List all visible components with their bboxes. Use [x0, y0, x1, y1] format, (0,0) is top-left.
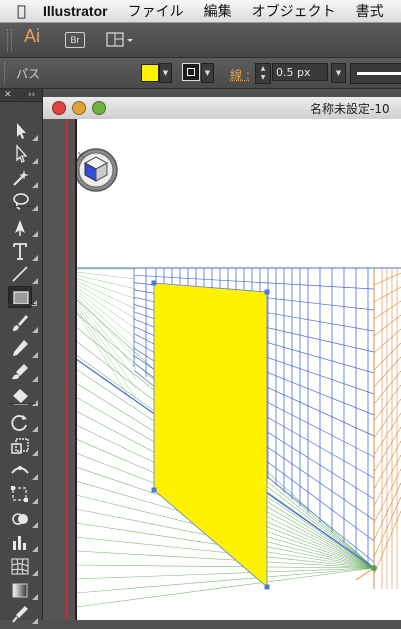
free-transform-icon	[8, 483, 32, 505]
control-bar: パス ▼ ▼ 線 : ▲ ▼ 0.5 px ▼	[0, 58, 401, 89]
pen-icon	[8, 216, 32, 238]
close-panel-icon[interactable]: ✕	[4, 89, 12, 101]
lasso-icon	[8, 190, 32, 212]
stroke-dropdown-icon[interactable]: ▼	[201, 63, 214, 83]
variable-width-profile-dropdown[interactable]	[350, 63, 401, 84]
type-icon	[8, 240, 32, 262]
line-segment-icon	[8, 263, 32, 285]
width-tool[interactable]	[8, 459, 32, 481]
close-window-button[interactable]	[52, 101, 66, 115]
direct-selection-icon	[8, 143, 32, 165]
pasteboard[interactable]	[43, 119, 76, 620]
selection-icon	[8, 120, 32, 142]
rotate-icon	[8, 411, 32, 433]
scale-tool[interactable]	[8, 435, 32, 457]
document-title: 名称未設定-10	[310, 100, 390, 117]
floor-grid-line	[76, 281, 136, 309]
bridge-button[interactable]: Br	[65, 32, 85, 48]
artboard-canvas[interactable]: ✕	[76, 119, 401, 620]
perspective-grid: ✕	[76, 119, 401, 620]
mesh-icon	[8, 555, 32, 577]
fill-color-swatch[interactable]	[141, 64, 159, 82]
blob-brush-icon	[8, 361, 32, 383]
type-tool[interactable]	[8, 240, 32, 262]
direct-selection-tool[interactable]	[8, 143, 32, 165]
anchor-point[interactable]	[152, 488, 157, 493]
tools-separator	[6, 206, 36, 207]
column-graph-tool[interactable]	[8, 531, 32, 553]
selected-plane-shape[interactable]	[154, 283, 267, 587]
shape-builder-tool[interactable]	[8, 507, 32, 529]
tools-panel-header: ✕ ››	[0, 89, 42, 102]
appbar-grip-icon[interactable]	[7, 29, 12, 51]
mesh-tool[interactable]	[8, 555, 32, 577]
floor-grid-line	[76, 568, 374, 607]
line-segment-tool[interactable]	[8, 263, 32, 285]
selection-type-label: パス	[16, 65, 40, 82]
free-transform-tool[interactable]	[8, 483, 32, 505]
rotate-tool[interactable]	[8, 411, 32, 433]
scale-icon	[8, 435, 32, 457]
floor-grid-line	[76, 568, 374, 579]
magic-wand-tool[interactable]	[8, 167, 32, 189]
menu-app-name[interactable]: Illustrator	[43, 3, 108, 19]
column-graph-icon	[8, 531, 32, 553]
arrange-documents-button[interactable]	[106, 31, 136, 49]
widget-close-icon[interactable]: ✕	[77, 151, 85, 161]
selection-tool[interactable]	[8, 120, 32, 142]
width-icon	[8, 459, 32, 481]
stroke-color-swatch[interactable]	[182, 63, 200, 81]
stroke-weight-dropdown-icon[interactable]: ▼	[331, 63, 346, 83]
anchor-point[interactable]	[152, 281, 157, 286]
paintbrush-icon	[8, 312, 32, 334]
controlbar-grip-icon[interactable]	[4, 62, 8, 84]
shape-builder-icon	[8, 507, 32, 529]
floor-grid-line	[76, 275, 136, 289]
zoom-window-button[interactable]	[92, 101, 106, 115]
canvas-edge	[75, 119, 77, 620]
rectangle-icon	[9, 287, 33, 309]
magic-wand-icon	[8, 167, 32, 189]
floor-grid-line	[76, 568, 374, 593]
tools-panel: ✕ ››	[0, 89, 43, 620]
arrange-documents-icon	[106, 31, 136, 49]
anchor-point[interactable]	[265, 290, 270, 295]
floor-grid-line	[76, 287, 136, 329]
floor-grid-line	[76, 290, 136, 339]
menu-file[interactable]: ファイル	[128, 1, 184, 21]
illustrator-logo: Ai	[24, 26, 40, 47]
lasso-tool[interactable]	[8, 190, 32, 212]
collapse-panel-icon[interactable]: ››	[28, 89, 35, 101]
floor-grid-line	[76, 296, 136, 359]
floor-grid-line	[76, 272, 136, 279]
pencil-icon	[8, 337, 32, 359]
menu-object[interactable]: オブジェクト	[252, 1, 336, 21]
red-guide-line	[66, 119, 67, 620]
gradient-icon	[8, 579, 32, 601]
document-title-bar: 名称未設定-10	[43, 97, 401, 120]
apple-menu-icon[interactable]: 	[17, 2, 26, 20]
menu-bar:  Illustrator ファイル 編集 オブジェクト 書式	[0, 0, 401, 23]
application-bar: Ai Br	[0, 23, 401, 58]
gradient-tool[interactable]	[8, 579, 32, 601]
menu-edit[interactable]: 編集	[204, 1, 232, 21]
anchor-point[interactable]	[265, 585, 270, 590]
blob-brush-tool[interactable]	[8, 361, 32, 383]
stroke-label[interactable]: 線 :	[230, 66, 250, 83]
menu-type[interactable]: 書式	[356, 1, 384, 21]
pen-tool[interactable]	[8, 216, 32, 238]
floor-grid-line	[76, 308, 136, 399]
pencil-tool[interactable]	[8, 337, 32, 359]
eyedropper-icon	[8, 603, 32, 625]
stroke-weight-stepper[interactable]: ▲ ▼	[255, 63, 271, 84]
grid-origin-point[interactable]	[371, 565, 377, 571]
floor-grid-line	[76, 278, 136, 299]
fill-dropdown-icon[interactable]: ▼	[159, 63, 172, 83]
paintbrush-tool[interactable]	[8, 312, 32, 334]
tools-separator	[6, 304, 36, 305]
minimize-window-button[interactable]	[72, 101, 86, 115]
stroke-weight-input[interactable]: 0.5 px	[272, 63, 328, 81]
tools-separator	[6, 403, 36, 404]
eyedropper-tool[interactable]	[8, 603, 32, 625]
